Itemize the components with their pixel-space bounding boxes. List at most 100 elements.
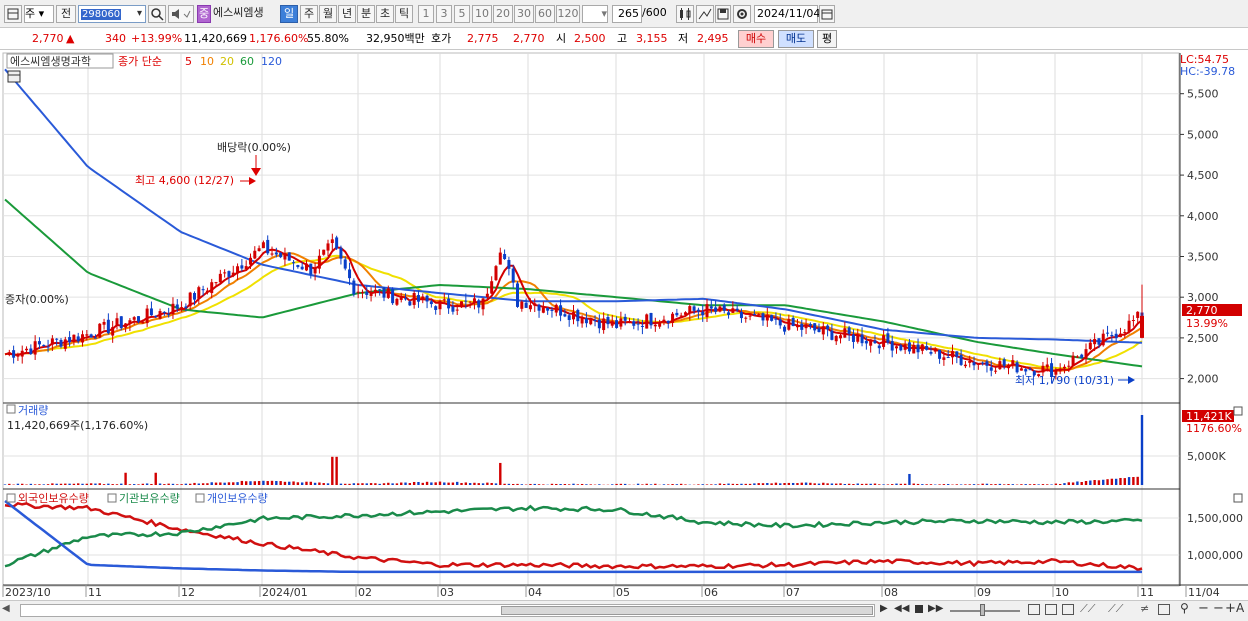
magnifier-icon[interactable]: ⚲ [1180, 601, 1189, 615]
candle-body [472, 298, 476, 303]
tab-minute[interactable]: 분 [357, 5, 375, 23]
candle-icon[interactable] [676, 5, 694, 23]
market-select[interactable]: 주 ▾ [24, 5, 54, 23]
candle-body [813, 323, 817, 331]
candle-body [468, 301, 472, 303]
candle-body [455, 309, 459, 311]
candle-body [597, 319, 601, 329]
candle-body [580, 317, 584, 324]
scroll-thumb[interactable] [501, 606, 873, 615]
volume-bar [516, 483, 519, 485]
stock-chart[interactable]: 5,500 5,000 4,500 4,000 3,500 3,000 2,500 2,000… [0, 51, 1248, 600]
interval-1[interactable]: 1 [418, 5, 434, 23]
candle-body [903, 344, 907, 350]
tab-week[interactable]: 주 [300, 5, 318, 23]
candle-body [907, 342, 911, 352]
interval-60[interactable]: 60 [535, 5, 555, 23]
zoom-out-icon[interactable]: − [1198, 601, 1209, 616]
volume-bar [42, 484, 45, 485]
interval-30[interactable]: 30 [514, 5, 534, 23]
speaker-icon[interactable] [168, 5, 194, 23]
candle-body [7, 352, 11, 356]
stop-icon[interactable] [915, 605, 923, 613]
trend-icon[interactable]: ⟋⟋ [1108, 602, 1123, 616]
stock-code-input[interactable]: 298060 ▾ [78, 5, 146, 23]
fibo-icon[interactable]: ≠ [1140, 602, 1149, 615]
tab-year[interactable]: 년 [338, 5, 356, 23]
print-icon[interactable] [1158, 604, 1170, 615]
volume-bar [38, 484, 41, 485]
date-input[interactable]: 2024/11/04 [754, 5, 820, 23]
tab-second[interactable]: 초 [376, 5, 394, 23]
volume-bar [460, 482, 463, 485]
search-icon[interactable] [148, 5, 166, 23]
volume-bar [102, 484, 106, 485]
scroll-track[interactable] [20, 604, 875, 617]
layout-icon[interactable] [1028, 604, 1040, 615]
table-icon[interactable] [7, 70, 21, 83]
volume-bar [257, 481, 261, 485]
stock-name[interactable]: 에스씨엠생 [213, 5, 279, 23]
zoom-handle[interactable] [980, 604, 985, 616]
zoom-in-icon[interactable]: + [1225, 601, 1236, 616]
candle-body [330, 239, 334, 244]
sell-button[interactable]: 매도 [778, 30, 814, 48]
grid-icon[interactable] [1062, 604, 1074, 615]
volume-bar [1067, 482, 1070, 485]
candle-body [1071, 355, 1075, 366]
shrink-icon[interactable]: − [1213, 601, 1224, 616]
volume-bar [1041, 484, 1045, 485]
eval-button[interactable]: 평 [817, 30, 837, 48]
interval-120[interactable]: 120 [556, 5, 580, 23]
volume-bar [576, 484, 580, 485]
interval-20[interactable]: 20 [493, 5, 513, 23]
buy-button[interactable]: 매수 [738, 30, 774, 48]
interval-dropdown[interactable]: ▾ [582, 5, 608, 23]
candle-body [1093, 339, 1097, 345]
gear-icon[interactable] [733, 5, 751, 23]
interval-10[interactable]: 10 [472, 5, 492, 23]
high-label: 고 [617, 32, 628, 45]
tab-tick[interactable]: 틱 [395, 5, 413, 23]
volume-bar [369, 483, 373, 485]
scroll-left-icon[interactable]: ◀ [2, 603, 16, 617]
scroll-right-icon[interactable]: ▶ [880, 603, 888, 614]
candle-body [279, 252, 283, 258]
candle-body [442, 299, 446, 301]
candle-body [675, 312, 679, 316]
candle-body [193, 293, 196, 300]
tab-month[interactable]: 월 [319, 5, 337, 23]
volume-bar [529, 483, 532, 485]
holding-close-icon[interactable] [1233, 493, 1243, 503]
zoom-slider[interactable] [950, 610, 1020, 612]
calendar-icon[interactable] [819, 5, 835, 23]
candle-body [404, 298, 408, 300]
candle-body [1097, 338, 1101, 345]
volume-bar [296, 482, 300, 485]
candle-body [951, 351, 954, 358]
play-icon[interactable]: ▶▶ [928, 603, 943, 614]
chart-type-icon[interactable] [4, 5, 22, 23]
prev-button[interactable]: 전 [56, 5, 76, 23]
interval-3[interactable]: 3 [436, 5, 452, 23]
candle-body [115, 318, 119, 326]
volume-bar [115, 484, 119, 485]
copy-icon[interactable] [1045, 604, 1057, 615]
candle-body [481, 298, 485, 310]
crosshair-icon[interactable]: ⟋⟋ [1080, 602, 1095, 616]
auto-scale-icon[interactable]: A [1236, 601, 1244, 615]
candle-body [550, 309, 554, 311]
volume-bar [443, 482, 446, 485]
volume-bar [830, 483, 834, 485]
volume-close-icon[interactable] [1233, 406, 1243, 416]
rewind-icon[interactable]: ◀◀ [894, 603, 909, 614]
volume-bar [335, 456, 338, 485]
draw-icon[interactable] [696, 5, 714, 23]
save-icon[interactable] [715, 5, 731, 23]
candle-body [882, 335, 886, 347]
interval-5[interactable]: 5 [454, 5, 470, 23]
count-input[interactable]: 265 [612, 5, 642, 23]
volume-bar [503, 483, 506, 485]
candle-body [602, 318, 606, 331]
tab-day[interactable]: 일 [280, 5, 298, 23]
